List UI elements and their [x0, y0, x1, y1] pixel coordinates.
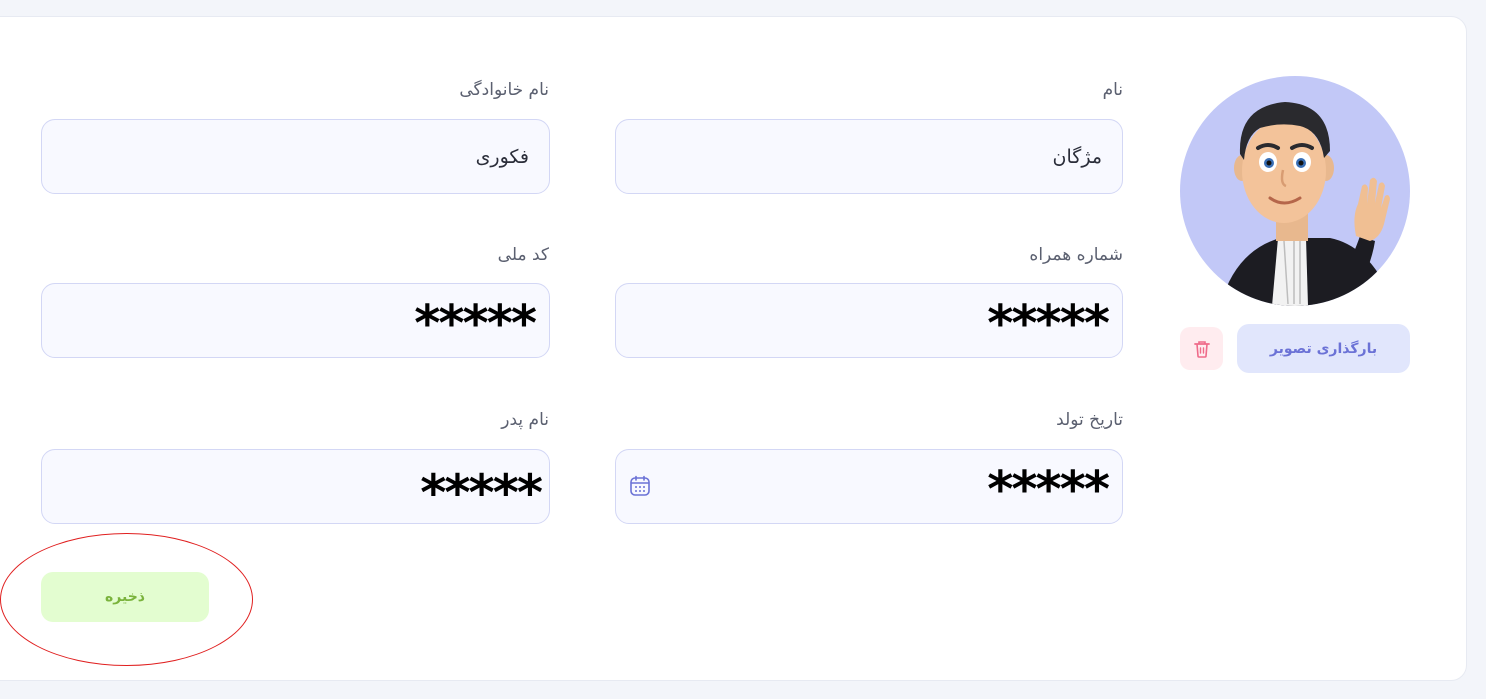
father-name-label: نام پدر — [501, 410, 549, 430]
first-name-field[interactable]: مژگان — [615, 119, 1123, 194]
birth-date-masked-value: ***** — [987, 460, 1110, 518]
father-name-field[interactable]: ***** — [41, 449, 550, 524]
delete-image-button[interactable] — [1180, 327, 1223, 370]
father-name-masked-value: ***** — [420, 463, 543, 522]
last-name-value: فکوری — [475, 145, 529, 168]
mobile-label: شماره همراه — [1029, 245, 1123, 265]
last-name-field[interactable]: فکوری — [41, 119, 550, 194]
mobile-masked-value: ***** — [987, 294, 1110, 352]
save-button[interactable]: ذخیره — [41, 572, 209, 622]
mobile-field[interactable]: ***** — [615, 283, 1123, 358]
calendar-icon[interactable] — [628, 474, 652, 498]
first-name-label: نام — [1102, 80, 1123, 100]
first-name-value: مژگان — [1052, 145, 1102, 168]
national-code-masked-value: ***** — [414, 294, 537, 352]
avatar-illustration — [1220, 102, 1390, 306]
national-code-field[interactable]: ***** — [41, 283, 550, 358]
birth-date-label: تاریخ تولد — [1056, 410, 1123, 430]
trash-icon — [1193, 340, 1210, 358]
national-code-label: کد ملی — [497, 245, 549, 265]
birth-date-field[interactable]: ***** — [615, 449, 1123, 524]
last-name-label: نام خانوادگی — [459, 80, 549, 100]
upload-image-button[interactable]: بارگذاری تصویر — [1237, 324, 1410, 373]
avatar — [1180, 76, 1410, 306]
